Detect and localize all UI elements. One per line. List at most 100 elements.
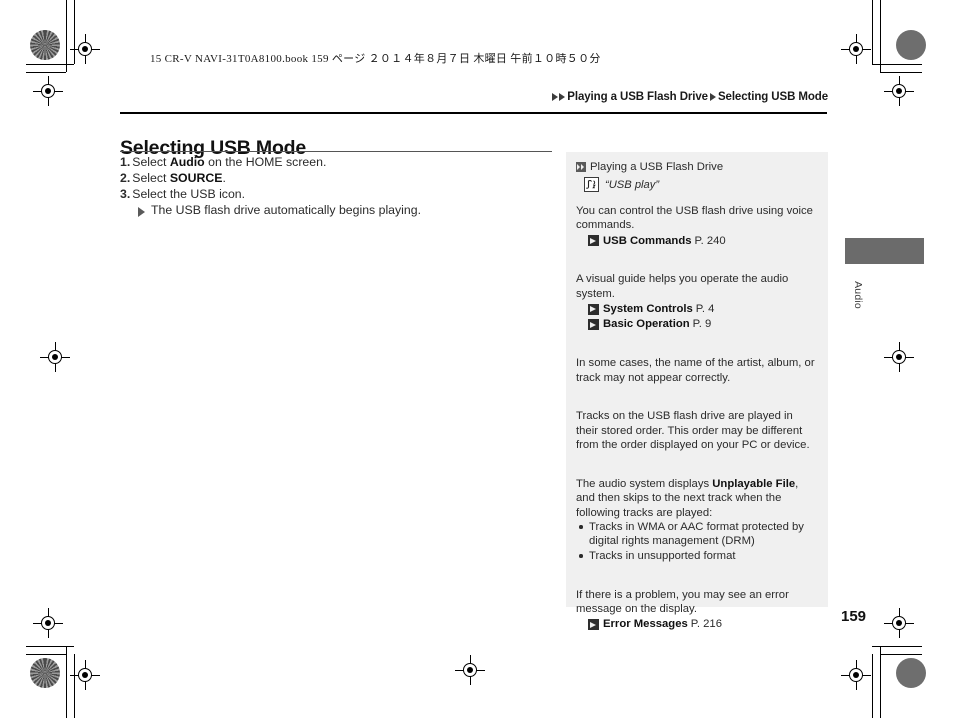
list-item: Tracks in WMA or AAC format protected by… bbox=[576, 520, 816, 549]
crop-line bbox=[880, 646, 881, 718]
voice-command-row: “USB play” bbox=[584, 177, 816, 193]
registration-mark bbox=[455, 655, 485, 685]
side-note-unplayable-paragraph: The audio system displays Unplayable Fil… bbox=[576, 477, 816, 520]
side-note-panel: Playing a USB Flash Drive “USB play” You… bbox=[566, 152, 828, 630]
crop-line bbox=[872, 646, 922, 647]
step-emphasis: SOURCE bbox=[169, 170, 223, 185]
title-underline-rule bbox=[120, 151, 552, 152]
crop-line bbox=[880, 654, 922, 655]
step-2: 2. Select SOURCE. bbox=[120, 171, 550, 187]
step-result: The USB flash drive automatically begins… bbox=[138, 203, 550, 219]
step-text-pre: Select bbox=[132, 170, 170, 185]
crop-line bbox=[872, 64, 922, 65]
print-job-line: 15 CR-V NAVI-31T0A8100.book 159 ページ ２０１４… bbox=[150, 53, 601, 65]
section-tab-bar bbox=[845, 238, 924, 264]
reference-title: Basic Operation bbox=[603, 318, 690, 331]
side-note-heading-text: Playing a USB Flash Drive bbox=[590, 161, 724, 173]
registration-mark bbox=[841, 660, 871, 690]
registration-mark bbox=[40, 342, 70, 372]
list-item: Tracks in unsupported format bbox=[576, 549, 816, 563]
triangle-right-icon bbox=[559, 93, 566, 101]
step-text-pre: Select the USB icon. bbox=[132, 186, 246, 201]
step-number: 2. bbox=[120, 170, 131, 185]
crop-line bbox=[26, 72, 66, 73]
registration-mark bbox=[884, 76, 914, 106]
side-note-order-paragraph: Tracks on the USB flash drive are played… bbox=[576, 410, 810, 452]
color-target-bottom-left bbox=[30, 658, 60, 688]
crop-line bbox=[880, 0, 881, 72]
breadcrumb-current: Selecting USB Mode bbox=[717, 91, 828, 103]
reference-page: P. 240 bbox=[694, 234, 726, 247]
unplayable-emphasis: Unplayable File bbox=[712, 477, 796, 490]
voice-command-icon bbox=[584, 177, 599, 193]
reference-arrow-icon bbox=[588, 303, 599, 315]
crop-line bbox=[880, 72, 922, 73]
crop-line bbox=[66, 646, 67, 718]
crop-line bbox=[74, 654, 75, 718]
color-target-top-left bbox=[30, 30, 60, 60]
reference-title: USB Commands bbox=[603, 234, 692, 247]
side-note-guide-paragraph: A visual guide helps you operate the aud… bbox=[576, 273, 789, 300]
step-3: 3. Select the USB icon. bbox=[120, 187, 550, 203]
voice-command-text: “USB play” bbox=[605, 178, 660, 191]
crop-line bbox=[26, 646, 74, 647]
registration-mark bbox=[33, 608, 63, 638]
unplayable-track-list: Tracks in WMA or AAC format protected by… bbox=[576, 520, 816, 563]
side-note-voice-paragraph: You can control the USB flash drive usin… bbox=[576, 204, 813, 232]
section-tab-label: Audio bbox=[845, 265, 871, 325]
header-rule bbox=[120, 112, 827, 114]
triangle-right-icon bbox=[138, 207, 145, 218]
side-note-error-paragraph: If there is a problem, you may see an er… bbox=[576, 588, 789, 615]
step-text-post: on the HOME screen. bbox=[204, 155, 327, 169]
step-text-post: . bbox=[222, 170, 226, 185]
unplayable-text-pre: The audio system displays bbox=[576, 477, 713, 490]
crop-line bbox=[74, 0, 75, 64]
crop-line bbox=[872, 0, 873, 64]
step-emphasis: Audio bbox=[169, 155, 205, 169]
step-result-text: The USB flash drive automatically begins… bbox=[151, 203, 421, 218]
double-arrow-icon bbox=[576, 162, 586, 172]
registration-mark bbox=[33, 76, 63, 106]
registration-mark bbox=[70, 34, 100, 64]
step-text-pre: Select bbox=[132, 155, 170, 169]
triangle-right-icon bbox=[709, 93, 716, 101]
reference-title: System Controls bbox=[603, 303, 693, 316]
step-1: 1. Select Audio on the HOME screen. bbox=[120, 155, 550, 171]
breadcrumb: Playing a USB Flash Drive Selecting USB M… bbox=[552, 91, 828, 103]
cross-reference-system-controls[interactable]: System Controls P. 4 bbox=[588, 302, 816, 316]
reference-arrow-icon bbox=[588, 235, 599, 247]
page-number: 159 bbox=[841, 608, 867, 625]
cross-reference-error-messages[interactable]: Error Messages P. 216 bbox=[588, 617, 816, 631]
reference-title: Error Messages bbox=[603, 618, 688, 631]
crop-line bbox=[872, 654, 873, 718]
color-target-bottom-right bbox=[896, 658, 926, 688]
registration-mark bbox=[841, 34, 871, 64]
color-target-top-right bbox=[896, 30, 926, 60]
registration-mark bbox=[884, 342, 914, 372]
reference-arrow-icon bbox=[588, 619, 599, 631]
step-number: 3. bbox=[120, 186, 131, 201]
crop-line bbox=[66, 0, 67, 72]
triangle-right-icon bbox=[552, 93, 559, 101]
registration-mark bbox=[70, 660, 100, 690]
registration-mark bbox=[884, 608, 914, 638]
side-note-heading: Playing a USB Flash Drive bbox=[576, 160, 816, 174]
cross-reference-basic-operation[interactable]: Basic Operation P. 9 bbox=[588, 317, 816, 331]
cross-reference-usb-commands[interactable]: USB Commands P. 240 bbox=[588, 234, 816, 248]
procedure-steps: 1. Select Audio on the HOME screen. 2. Sel… bbox=[120, 155, 550, 219]
section-tab-text: Audio bbox=[852, 281, 865, 309]
side-note-names-paragraph: In some cases, the name of the artist, a… bbox=[576, 357, 815, 384]
reference-page: P. 4 bbox=[695, 303, 715, 316]
reference-arrow-icon bbox=[588, 319, 599, 331]
step-number: 1. bbox=[120, 155, 131, 169]
crop-line bbox=[26, 654, 66, 655]
breadcrumb-parent[interactable]: Playing a USB Flash Drive bbox=[567, 91, 708, 103]
reference-page: P. 9 bbox=[692, 318, 712, 331]
crop-line bbox=[26, 64, 74, 65]
reference-page: P. 216 bbox=[690, 618, 722, 631]
